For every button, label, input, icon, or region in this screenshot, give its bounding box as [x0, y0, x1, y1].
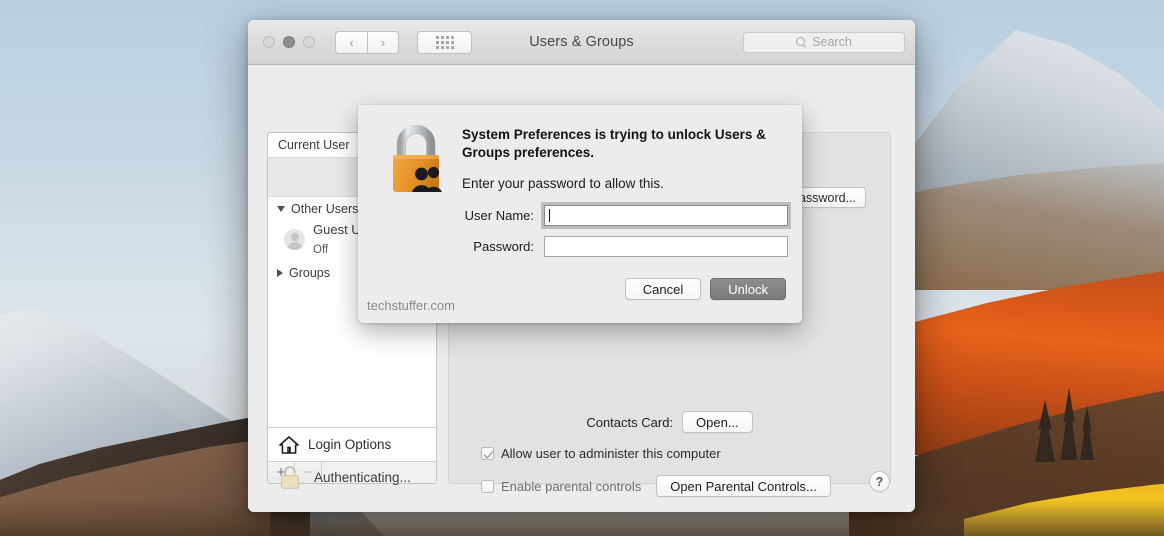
sidebar-group-label: Other Users	[291, 202, 359, 216]
contacts-card-label: Contacts Card:	[586, 414, 674, 430]
minimize-button-icon[interactable]	[283, 36, 295, 48]
house-icon	[279, 435, 299, 454]
cancel-button[interactable]: Cancel	[624, 278, 702, 300]
contacts-card-row: Contacts Card: Open...	[449, 411, 890, 433]
text-caret	[549, 209, 550, 222]
password-input[interactable]	[544, 236, 788, 257]
navigation-button-group: ‹ ›	[335, 30, 399, 54]
close-button-icon[interactable]	[263, 36, 275, 48]
avatar	[284, 229, 305, 251]
traffic-light-group	[263, 36, 315, 48]
admin-checkbox-row[interactable]: Allow user to administer this computer	[481, 446, 721, 461]
username-input[interactable]	[541, 202, 791, 229]
chevron-right-icon[interactable]	[277, 268, 283, 277]
password-field-row: Password:	[358, 236, 802, 257]
sidebar-login-options-label: Login Options	[308, 437, 392, 452]
authentication-status-text: Authenticating...	[314, 470, 411, 485]
window-titlebar[interactable]: ‹ › Users & Groups Search	[248, 20, 915, 65]
search-field[interactable]: Search	[743, 31, 905, 53]
help-button[interactable]: ?	[869, 471, 890, 492]
chevron-down-icon[interactable]	[277, 206, 285, 212]
sheet-subtext: Enter your password to allow this.	[462, 176, 664, 191]
password-label: Password:	[473, 239, 534, 254]
lock-open-icon[interactable]	[279, 465, 301, 490]
parental-controls-row: Enable parental controls Open Parental C…	[481, 475, 831, 497]
search-placeholder: Search	[812, 35, 852, 49]
sheet-button-group: Cancel Unlock	[624, 278, 786, 300]
grid-dots	[435, 35, 454, 49]
sidebar-item-login-options[interactable]: Login Options	[268, 427, 436, 461]
zoom-button-icon[interactable]	[303, 36, 315, 48]
open-parental-controls-button[interactable]: Open Parental Controls...	[656, 475, 831, 497]
show-all-grid-icon[interactable]	[417, 30, 472, 54]
parental-controls-label: Enable parental controls	[501, 478, 642, 494]
admin-checkbox-label: Allow user to administer this computer	[501, 446, 721, 461]
open-contacts-card-button[interactable]: Open...	[682, 411, 753, 433]
forward-chevron-icon[interactable]: ›	[367, 30, 399, 54]
sidebar-user-status: Off	[313, 243, 329, 256]
username-field-row: User Name:	[358, 202, 802, 229]
authentication-sheet: System Preferences is trying to unlock U…	[358, 105, 802, 323]
username-label: User Name:	[464, 208, 534, 223]
lock-users-icon	[386, 124, 450, 195]
preferences-body: Current User Other Users Guest User Off	[248, 65, 915, 512]
search-icon	[796, 36, 807, 48]
desktop-wallpaper: ‹ › Users & Groups Search Current User O…	[0, 0, 1164, 536]
lock-status-group[interactable]: Authenticating...	[279, 465, 411, 490]
sheet-headline: System Preferences is trying to unlock U…	[462, 127, 766, 160]
parental-controls-checkbox[interactable]	[481, 479, 494, 493]
watermark-text: techstuffer.com	[367, 298, 455, 313]
back-chevron-icon[interactable]: ‹	[335, 30, 367, 54]
sidebar-group-label: Groups	[289, 265, 330, 280]
admin-checkbox[interactable]	[481, 447, 494, 460]
system-preferences-window: ‹ › Users & Groups Search Current User O…	[248, 20, 915, 512]
unlock-button[interactable]: Unlock	[710, 278, 786, 300]
